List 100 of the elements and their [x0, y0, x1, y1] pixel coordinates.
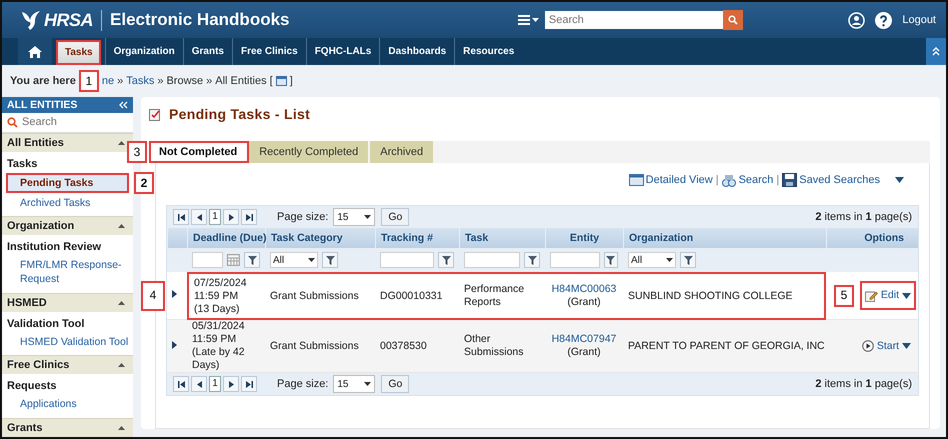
sidebar-group-title: Requests	[6, 379, 58, 394]
filter-icon	[606, 256, 616, 264]
filter-icon	[248, 256, 257, 264]
filter-button[interactable]	[680, 252, 696, 268]
search-button[interactable]	[722, 10, 743, 30]
search-field[interactable]: Search	[544, 11, 723, 29]
page-number[interactable]: 1	[209, 376, 221, 392]
breadcrumb-link[interactable]: ne	[102, 75, 114, 87]
tab[interactable]: Archived	[370, 141, 436, 163]
options-caret-icon[interactable]	[902, 292, 911, 298]
filter-button[interactable]	[604, 252, 618, 268]
date-field[interactable]	[192, 252, 224, 268]
pager-button[interactable]	[173, 209, 189, 225]
toolbar-link[interactable]: Search	[722, 174, 774, 186]
column-header[interactable]: Tracking #	[375, 228, 459, 248]
pager-button[interactable]	[241, 209, 257, 225]
home-icon	[28, 46, 42, 58]
column-header[interactable]: Entity	[545, 228, 623, 248]
nav-tab[interactable]: Tasks	[56, 40, 101, 65]
entity-link[interactable]: H84MC00063	[550, 283, 618, 296]
filter-button[interactable]	[524, 252, 540, 268]
page-title: Pending Tasks - List	[169, 106, 310, 122]
page-size-select[interactable]: 15	[333, 375, 376, 393]
sidebar-item[interactable]: Archived Tasks	[6, 194, 129, 212]
caret-icon	[364, 382, 372, 386]
option-action[interactable]: Edit	[860, 281, 916, 310]
filter-button[interactable]	[244, 252, 260, 268]
sidebar-group-title: Institution Review	[6, 240, 102, 256]
logout-link[interactable]: Logout	[902, 14, 936, 26]
toolbar-link[interactable]: Saved Searches	[782, 173, 880, 187]
breadcrumb-link[interactable]: Tasks	[126, 75, 154, 87]
filter-field[interactable]	[464, 252, 520, 268]
filter-select[interactable]: All	[628, 252, 676, 268]
collapse-button[interactable]	[926, 38, 946, 65]
entity-link[interactable]: H84MC07947	[550, 333, 618, 346]
arrow-icon	[178, 380, 184, 388]
filter-field[interactable]	[380, 252, 434, 268]
tab[interactable]: Recently Completed	[249, 141, 370, 163]
collapse-icon[interactable]	[119, 100, 128, 109]
logo-text[interactable]: HRSA	[44, 10, 102, 30]
help-icon[interactable]	[875, 12, 892, 28]
go-button[interactable]: Go	[381, 375, 410, 393]
sidebar-item[interactable]: HSMED Validation Tool	[6, 332, 129, 351]
pager-button[interactable]	[191, 209, 207, 225]
sidebar-section-header[interactable]: Organization	[2, 216, 133, 236]
arrow-icon	[196, 380, 202, 388]
pager-button[interactable]	[241, 376, 257, 392]
caret-icon	[532, 18, 539, 22]
sidebar-section-header[interactable]: All Entities	[2, 132, 133, 152]
sidebar-item[interactable]: FMR/LMR Response-Request	[6, 256, 129, 288]
sidebar-item[interactable]: Applications	[6, 395, 129, 414]
home-button[interactable]	[18, 38, 52, 65]
saved-searches-caret-icon[interactable]	[895, 177, 904, 183]
separator-text: |	[716, 174, 719, 186]
sidebar-section-header[interactable]: HSMED	[2, 292, 133, 312]
filter-icon	[684, 256, 692, 264]
pager-button[interactable]	[223, 209, 239, 225]
column-header[interactable]: Task	[459, 228, 545, 248]
pager-button[interactable]	[191, 376, 207, 392]
chevrons-up-icon	[932, 47, 940, 56]
filter-button[interactable]	[322, 252, 338, 268]
column-header[interactable]: Organization	[623, 228, 826, 248]
expand-icon[interactable]	[172, 290, 177, 298]
entity-type: (Grant)	[566, 346, 602, 359]
callout-number: 2	[134, 172, 154, 194]
search-icon	[7, 116, 18, 128]
page-size-select[interactable]: 15	[333, 208, 376, 226]
pager-button[interactable]	[173, 376, 189, 392]
caret-icon	[118, 426, 125, 430]
pager-button[interactable]	[223, 376, 239, 392]
organization-cell: PARENT TO PARENT OF GEORGIA, INC	[623, 320, 826, 373]
clipboard-icon	[149, 108, 161, 120]
breadcrumb-text: Browse	[166, 75, 204, 87]
sidebar-section-header[interactable]: Free Clinics	[2, 355, 133, 374]
column-header[interactable]: Options	[826, 228, 918, 248]
filter-field[interactable]	[550, 252, 600, 268]
expand-icon[interactable]	[172, 340, 177, 348]
filter-select[interactable]: All	[270, 252, 318, 268]
organization-cell: SUNBLIND SHOOTING COLLEGE	[623, 272, 826, 320]
breadcrumb-text: »	[117, 75, 124, 87]
caret-icon	[118, 300, 125, 305]
filter-button[interactable]	[438, 252, 454, 268]
sidebar-section-header[interactable]: Grants	[2, 418, 133, 437]
column-header[interactable]: Task Category	[265, 228, 375, 248]
page-number[interactable]: 1	[209, 209, 221, 225]
window-icon[interactable]	[276, 76, 287, 86]
tab[interactable]: Not Completed	[149, 141, 250, 163]
task-cell: Other Submissions	[459, 320, 545, 373]
breadcrumb-text: All Entities [	[215, 75, 273, 87]
nav-tab[interactable]: FQHC-LALs	[306, 38, 380, 65]
column-header[interactable]: Deadline (Due)	[187, 228, 265, 248]
toolbar-link[interactable]: Detailed View	[628, 174, 713, 186]
pager-summary: 2 items in 1 page(s)	[815, 378, 912, 390]
arrow-icon	[246, 380, 252, 388]
category-cell: Grant Submissions	[265, 320, 375, 373]
user-icon[interactable]	[848, 12, 866, 28]
go-button[interactable]: Go	[381, 208, 410, 226]
options-caret-icon[interactable]	[902, 343, 911, 349]
callout-number: 3	[127, 141, 147, 163]
menu-icon	[518, 15, 530, 25]
